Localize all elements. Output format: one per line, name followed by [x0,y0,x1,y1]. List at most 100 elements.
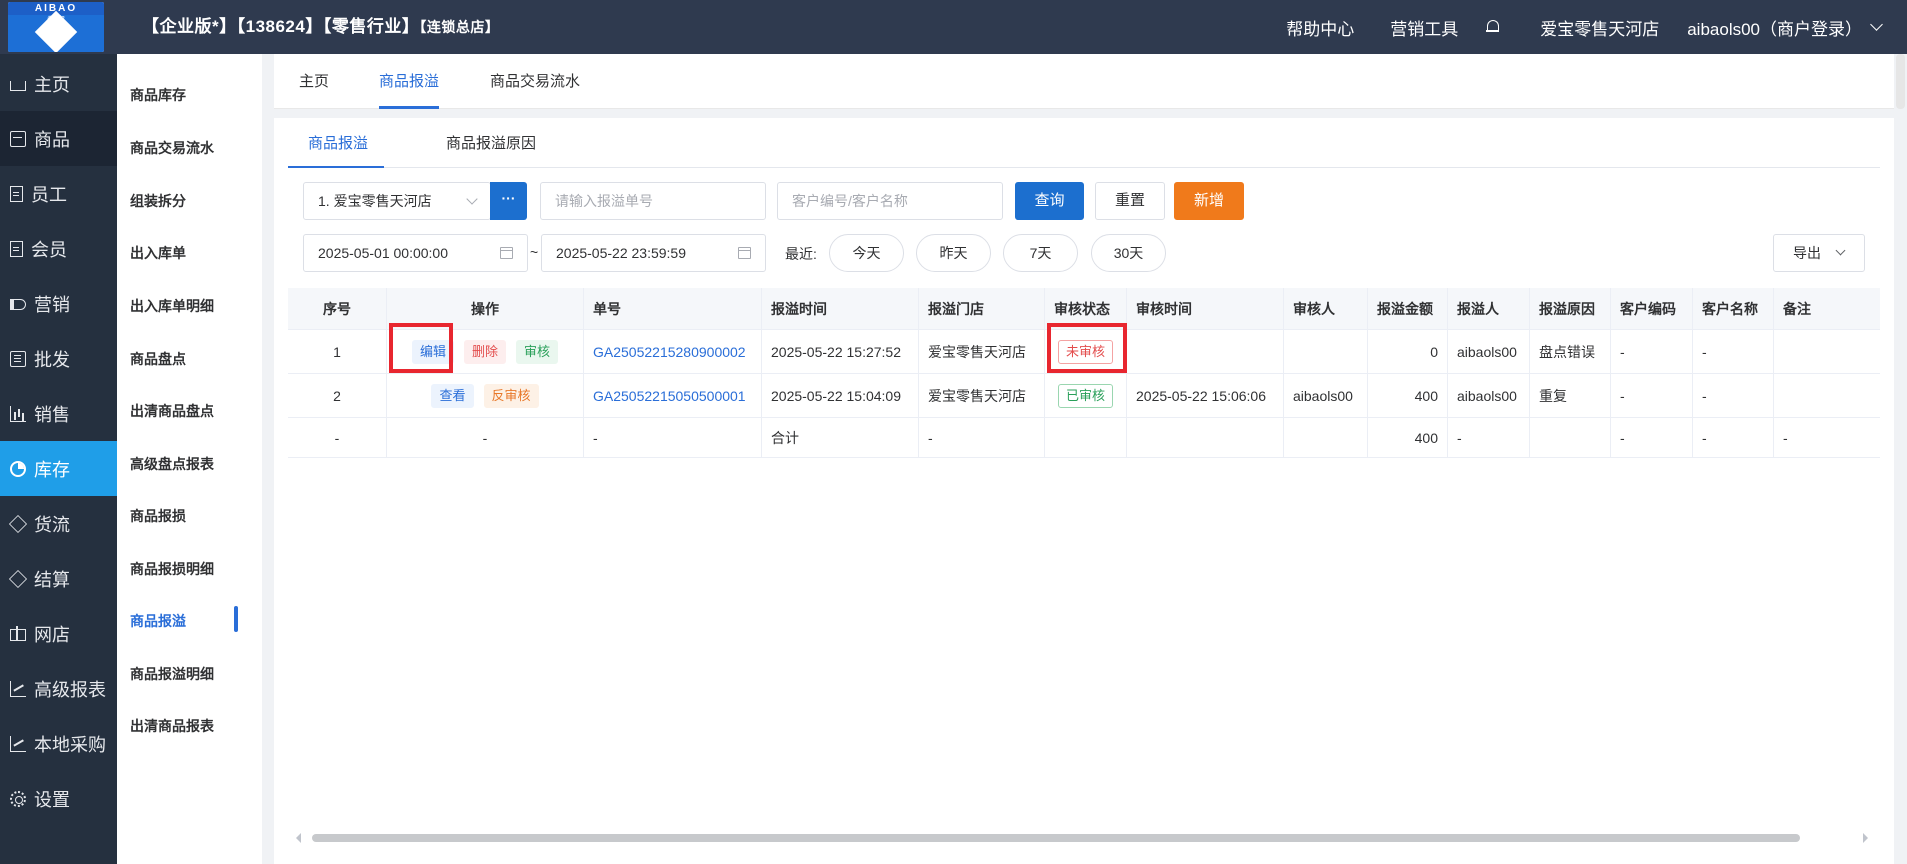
end-time-input[interactable]: 2025-05-22 23:59:59 [541,234,766,272]
row-number: 2 [333,387,341,404]
chevron-down-icon[interactable] [1870,17,1883,31]
sidebar-item-marketing[interactable]: 营销 [0,276,117,331]
sidebar-item-online-store[interactable]: 网店 [0,606,117,661]
help-center-link[interactable]: 帮助中心 [1286,15,1354,40]
aibao-logo[interactable]: AIBAO 爱宝 [8,2,104,52]
audit-time [1126,330,1283,373]
sidebar-item-wholesale[interactable]: 批发 [0,331,117,386]
inventory-subnav: 商品库存 商品交易流水 组装拆分 出入库单 出入库单明细 商品盘点 出清商品盘点… [117,54,262,864]
subnav-item[interactable]: 商品盘点 [130,349,255,369]
tab-overflow-report[interactable]: 商品报溢 [379,54,440,109]
sidebar-item-home[interactable]: 主页 [0,56,117,111]
subnav-item[interactable]: 商品报损 [130,506,255,526]
overflow-amount: 400 [1367,374,1447,417]
subnav-item[interactable]: 商品交易流水 [130,138,255,158]
line-chart-icon [10,680,26,697]
sidebar-item-label: 批发 [34,349,70,370]
subtab-overflow-reasons[interactable]: 商品报溢原因 [446,134,536,166]
today-button[interactable]: 今天 [829,234,904,272]
reset-button[interactable]: 重置 [1095,182,1165,220]
delete-button[interactable]: 删除 [463,339,506,364]
logo-subtext: 爱宝 [46,15,65,25]
subnav-item[interactable]: 商品库存 [130,85,255,105]
subnav-item[interactable]: 出清商品盘点 [130,401,255,421]
order-number-link[interactable]: GA25052215280900002 [583,330,761,373]
sidebar-item-goods[interactable]: 商品 [0,111,117,166]
scroll-left-arrow-icon[interactable] [296,833,301,843]
col-header: 序号 [323,300,351,317]
unaudit-button[interactable]: 反审核 [483,383,539,408]
sidebar-item-inventory[interactable]: 库存 [0,441,117,496]
subnav-item[interactable]: 高级盘点报表 [130,454,255,474]
subtab-divider [288,167,1880,168]
sidebar-item-settings[interactable]: 设置 [0,771,117,826]
summary-cell: - [1610,418,1692,457]
table-row: 2 查看 反审核 GA25052215050500001 2025-05-22 … [288,374,1880,418]
summary-cell [1529,418,1610,457]
list-icon [10,350,26,367]
summary-cell [1283,418,1367,457]
subnav-item[interactable]: 出清商品报表 [130,716,255,736]
sidebar-item-settlement[interactable]: 结算 [0,551,117,606]
customer-code: - [1610,330,1692,373]
date-separator: ~ [530,244,539,260]
store-picker-button[interactable]: ··· [490,182,527,220]
col-header: 报溢时间 [761,288,918,329]
subtab-overflow[interactable]: 商品报溢 [308,134,368,166]
horizontal-scrollbar[interactable] [312,834,1800,842]
box-icon [10,130,26,147]
audit-status-cell: 已审核 [1044,374,1126,417]
auditor [1283,330,1367,373]
tab-goods-transactions[interactable]: 商品交易流水 [490,54,580,109]
customer-code: - [1610,374,1692,417]
col-header: 单号 [583,288,761,329]
add-button[interactable]: 新增 [1174,182,1244,220]
user-menu[interactable]: aibaols00（商户登录） [1687,15,1862,40]
recent-label: 最近: [785,246,817,262]
audit-time: 2025-05-22 15:06:06 [1126,374,1283,417]
sidebar-item-members[interactable]: 会员 [0,221,117,276]
main-content: 商品报溢 商品报溢原因 1. 爱宝零售天河店 ··· 请输入报溢单号 客户编号/… [274,118,1894,864]
sidebar-item-staff[interactable]: 员工 [0,166,117,221]
subnav-item[interactable]: 商品报损明细 [130,559,255,579]
subnav-item[interactable]: 商品报溢明细 [130,664,255,684]
auditor: aibaols00 [1283,374,1367,417]
col-header: 报溢金额 [1367,288,1447,329]
subnav-item[interactable]: 出入库单 [130,243,255,263]
overflow-reason: 盘点错误 [1529,330,1610,373]
summary-cell: - [1447,418,1529,457]
marketing-tools-link[interactable]: 营销工具 [1390,15,1458,40]
store-select[interactable]: 1. 爱宝零售天河店 [303,182,491,220]
subnav-item[interactable]: 组装拆分 [130,191,255,211]
yesterday-button[interactable]: 昨天 [916,234,991,272]
sidebar-item-label: 主页 [34,74,70,95]
start-time-input[interactable]: 2025-05-01 00:00:00 [303,234,528,272]
export-button[interactable]: 导出 [1773,234,1865,272]
scroll-right-arrow-icon[interactable] [1863,833,1868,843]
sidebar-item-label: 设置 [34,789,70,810]
customer-input[interactable]: 客户编号/客户名称 [777,182,1003,220]
tab-home[interactable]: 主页 [299,54,329,109]
active-indicator [234,606,238,632]
order-number-link[interactable]: GA25052215050500001 [583,374,761,417]
summary-cell: - [583,418,761,457]
sidebar-item-label: 商品 [34,129,70,150]
pie-icon [10,460,26,477]
current-store[interactable]: 爱宝零售天河店 [1540,15,1659,40]
sidebar-item-advanced-reports[interactable]: 高级报表 [0,661,117,716]
audit-button[interactable]: 审核 [516,339,559,364]
7-days-button[interactable]: 7天 [1003,234,1078,272]
sidebar-item-sales[interactable]: 销售 [0,386,117,441]
sidebar-item-label: 结算 [34,569,70,590]
vertical-scrollbar[interactable] [1896,54,1905,109]
sidebar-item-logistics[interactable]: 货流 [0,496,117,551]
subnav-item[interactable]: 出入库单明细 [130,296,255,316]
bell-icon[interactable] [1486,19,1500,35]
query-button[interactable]: 查询 [1015,182,1084,220]
col-header: 报溢原因 [1529,288,1610,329]
sidebar-item-local-purchase[interactable]: 本地采购 [0,716,117,771]
doc-icon [10,240,23,257]
30-days-button[interactable]: 30天 [1091,234,1166,272]
order-number-input[interactable]: 请输入报溢单号 [540,182,766,220]
view-button[interactable]: 查看 [431,383,474,408]
